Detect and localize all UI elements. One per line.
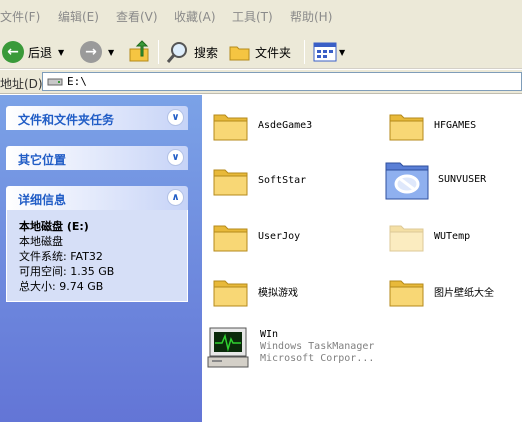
- folder-icon: [389, 114, 424, 141]
- item-company: Microsoft Corpor...: [260, 353, 375, 364]
- expand-chevron-icon[interactable]: ∨: [167, 149, 184, 166]
- detail-filesystem: 文件系统: FAT32: [19, 250, 103, 263]
- file-list: AsdeGame3 HFGAMES SoftStar SUNVUSER User…: [202, 95, 522, 422]
- folder-item[interactable]: 模拟游戏: [212, 272, 298, 310]
- drive-icon: [47, 78, 63, 85]
- folder-icon: [213, 169, 248, 196]
- item-name: WIn: [260, 329, 279, 340]
- address-label: 地址(D): [0, 77, 43, 91]
- details-body: 本地磁盘 (E:) 本地磁盘 文件系统: FAT32 可用空间: 1.35 GB…: [6, 210, 188, 302]
- menu-favorites[interactable]: 收藏(A): [174, 10, 216, 24]
- collapse-chevron-icon[interactable]: ∧: [167, 189, 184, 206]
- toolbar: ← 后退 ▼ → ▼ 搜索 文件夹 ▼: [0, 36, 522, 69]
- item-name: 图片壁纸大全: [434, 287, 494, 299]
- panel-details[interactable]: 详细信息 ∧: [6, 186, 188, 210]
- task-pane: 文件和文件夹任务 ∨ 其它位置 ∨ 详细信息 ∧ 本地磁盘 (E:) 本地磁盘 …: [0, 95, 202, 422]
- back-arrow-icon: ←: [2, 41, 24, 63]
- item-description: Windows TaskManager: [260, 341, 375, 352]
- folder-item[interactable]: UserJoy: [212, 217, 300, 255]
- forward-button[interactable]: → ▼: [80, 39, 114, 65]
- panel-other-places-title: 其它位置: [18, 153, 67, 167]
- toolbar-separator-2: [304, 40, 305, 64]
- menu-help[interactable]: 帮助(H): [290, 10, 332, 24]
- forward-dropdown-icon[interactable]: ▼: [108, 48, 114, 57]
- item-name: WUTemp: [434, 230, 471, 242]
- address-bar: 地址(D) E:\: [0, 70, 522, 94]
- search-button[interactable]: 搜索: [166, 39, 218, 65]
- menu-edit[interactable]: 编辑(E): [58, 10, 99, 24]
- folder-icon: [389, 280, 424, 307]
- up-folder-button[interactable]: [128, 39, 152, 65]
- detail-free-space: 可用空间: 1.35 GB: [19, 265, 115, 278]
- address-value: E:\: [67, 75, 87, 88]
- search-icon: [166, 42, 187, 63]
- menu-tools[interactable]: 工具(T): [232, 10, 273, 24]
- expand-chevron-icon[interactable]: ∨: [167, 109, 184, 126]
- search-label: 搜索: [194, 45, 219, 60]
- item-name: SUNVUSER: [438, 173, 487, 185]
- views-dropdown-icon[interactable]: ▼: [339, 48, 345, 57]
- panel-file-tasks[interactable]: 文件和文件夹任务 ∨: [6, 106, 188, 130]
- item-name: UserJoy: [258, 230, 301, 242]
- back-label: 后退: [28, 45, 53, 60]
- back-dropdown-icon[interactable]: ▼: [58, 48, 64, 57]
- detail-total-size: 总大小: 9.74 GB: [19, 280, 104, 293]
- folders-button[interactable]: 文件夹: [229, 39, 291, 65]
- detail-drive-name: 本地磁盘 (E:): [19, 220, 89, 233]
- panel-file-tasks-title: 文件和文件夹任务: [18, 113, 115, 127]
- item-name: HFGAMES: [434, 119, 477, 131]
- menu-bar: 文件(F) 编辑(E) 查看(V) 收藏(A) 工具(T) 帮助(H): [0, 0, 522, 36]
- detail-drive-type: 本地磁盘: [19, 235, 63, 248]
- task-manager-icon: [207, 327, 249, 368]
- views-icon: [313, 42, 337, 62]
- views-button[interactable]: ▼: [313, 39, 345, 65]
- forward-arrow-icon: →: [80, 41, 102, 63]
- folder-item[interactable]: SUNVUSER: [384, 157, 486, 201]
- item-name: SoftStar: [258, 174, 307, 186]
- folder-item[interactable]: SoftStar: [212, 161, 306, 199]
- folder-item[interactable]: AsdeGame3: [212, 106, 312, 144]
- up-folder-icon: [129, 40, 149, 62]
- back-button[interactable]: ← 后退 ▼: [2, 39, 64, 65]
- folder-icon: [213, 114, 248, 141]
- shared-folder-icon: [385, 162, 429, 200]
- folders-label: 文件夹: [255, 45, 292, 60]
- menu-file[interactable]: 文件(F): [0, 10, 40, 24]
- folders-icon: [229, 46, 250, 61]
- folder-item[interactable]: HFGAMES: [388, 106, 476, 144]
- folder-icon: [213, 225, 248, 252]
- menu-view[interactable]: 查看(V): [116, 10, 158, 24]
- folder-item[interactable]: WUTemp: [388, 217, 470, 255]
- address-input[interactable]: E:\: [42, 72, 522, 91]
- file-item[interactable]: WIn Windows TaskManager Microsoft Corpor…: [206, 324, 374, 370]
- item-name: AsdeGame3: [258, 119, 313, 131]
- toolbar-separator: [158, 40, 159, 64]
- item-name: 模拟游戏: [258, 287, 298, 299]
- folder-icon: [213, 280, 248, 307]
- panel-details-title: 详细信息: [18, 193, 67, 207]
- folder-item[interactable]: 图片壁纸大全: [388, 272, 494, 310]
- hidden-folder-icon: [389, 225, 424, 252]
- panel-other-places[interactable]: 其它位置 ∨: [6, 146, 188, 170]
